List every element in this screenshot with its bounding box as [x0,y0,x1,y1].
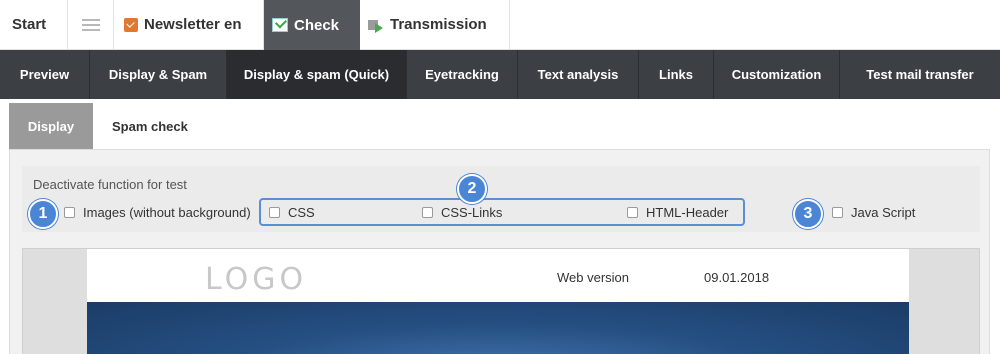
tab-transmission[interactable]: Transmission [360,0,510,49]
subnav-eyetracking[interactable]: Eyetracking [407,50,518,99]
javascript-option[interactable]: Java Script [832,205,915,220]
subnav-test-mail-transfer[interactable]: Test mail transfer [840,50,1000,99]
css-links-label: CSS-Links [441,205,503,220]
css-label: CSS [288,205,315,220]
tab-newsletter[interactable]: Newsletter en [114,0,264,49]
sub-navigation: Preview Display & Spam Display & spam (Q… [0,50,1000,99]
subnav-text-analysis[interactable]: Text analysis [518,50,639,99]
newsletter-date: 09.01.2018 [704,270,770,285]
javascript-label: Java Script [851,205,916,220]
tab-transmission-label: Transmission [390,16,487,33]
subnav-eyetracking-label: Eyetracking [425,67,499,82]
subnav-preview-label: Preview [19,67,70,82]
subnav-display-spam[interactable]: Display & Spam [90,50,227,99]
subnav-links[interactable]: Links [639,50,714,99]
css-links-option[interactable]: CSS-Links [422,205,502,220]
images-label: Images (without background) [83,205,251,220]
css-option[interactable]: CSS [269,205,315,220]
tab-spam-check-label: Spam check [112,118,188,134]
tab-newsletter-label: Newsletter en [144,16,242,33]
mail-icon [124,17,138,32]
transmission-icon [368,18,384,33]
tab-list[interactable] [68,0,114,49]
tab-check[interactable]: Check [264,0,360,50]
web-version-link[interactable]: Web version [557,270,629,285]
subnav-preview[interactable]: Preview [0,50,90,99]
subnav-display-spam-quick-label: Display & spam (Quick) [243,67,390,82]
subnav-test-mail-transfer-label: Test mail transfer [866,67,974,82]
html-header-checkbox[interactable] [627,207,638,218]
view-tab-bar: Display Spam check [0,99,1000,149]
html-header-label: HTML-Header [646,205,729,220]
marker-2: 2 [457,174,487,204]
hero-banner [87,302,909,354]
subnav-display-spam-label: Display & Spam [108,67,208,82]
top-tab-bar: Start Newsletter en Check Transmission [0,0,1000,50]
images-checkbox[interactable] [64,207,75,218]
images-option[interactable]: Images (without background) [64,205,251,220]
subnav-display-spam-quick[interactable]: Display & spam (Quick) [227,50,407,99]
tab-start[interactable]: Start [0,0,68,49]
marker-3: 3 [793,199,823,229]
subnav-customization[interactable]: Customization [714,50,840,99]
tab-check-label: Check [294,16,340,34]
list-icon [81,18,100,32]
logo-placeholder: LOGO [205,262,308,297]
check-icon [272,18,288,32]
tab-display[interactable]: Display [9,103,93,149]
subnav-text-analysis-label: Text analysis [537,67,619,82]
css-links-checkbox[interactable] [422,207,433,218]
javascript-checkbox[interactable] [832,207,843,218]
subnav-customization-label: Customization [731,67,822,82]
html-header-option[interactable]: HTML-Header [627,205,728,220]
tab-spam-check[interactable]: Spam check [100,103,212,149]
tab-start-label: Start [12,16,47,33]
deactivate-heading: Deactivate function for test [33,177,187,192]
marker-1: 1 [28,199,58,229]
subnav-links-label: Links [659,67,693,82]
css-checkbox[interactable] [269,207,280,218]
tab-display-label: Display [27,118,75,134]
